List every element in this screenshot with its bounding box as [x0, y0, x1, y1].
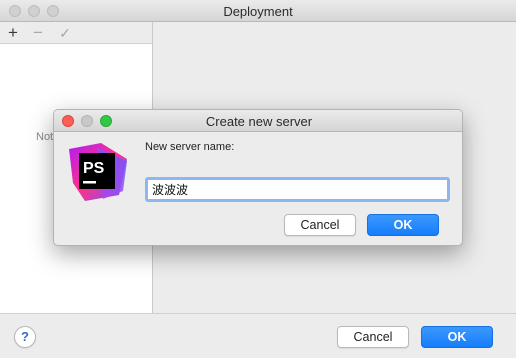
window-titlebar: Deployment [0, 0, 516, 22]
server-name-label: New server name: [145, 141, 235, 153]
check-icon[interactable]: ✓ [55, 23, 75, 43]
cancel-button[interactable]: Cancel [337, 326, 409, 348]
empty-list-text: Not [36, 131, 54, 143]
ok-button[interactable]: OK [421, 326, 493, 348]
server-list-toolbar: + − ✓ [0, 22, 152, 44]
create-server-dialog: Create new server PS New server name: Ca… [53, 109, 463, 246]
window-footer: ? Cancel OK [0, 313, 516, 358]
remove-icon[interactable]: − [28, 23, 48, 43]
dialog-ok-button[interactable]: OK [367, 214, 439, 236]
help-button[interactable]: ? [14, 326, 36, 348]
window-title: Deployment [223, 4, 293, 19]
dialog-title: Create new server [205, 114, 313, 129]
dialog-titlebar: Create new server [54, 110, 462, 132]
dialog-cancel-button[interactable]: Cancel [284, 214, 356, 236]
add-icon[interactable]: + [3, 23, 23, 43]
server-name-input[interactable] [145, 177, 450, 202]
phpstorm-logo-icon: PS [69, 143, 127, 201]
logo-text: PS [83, 160, 105, 177]
